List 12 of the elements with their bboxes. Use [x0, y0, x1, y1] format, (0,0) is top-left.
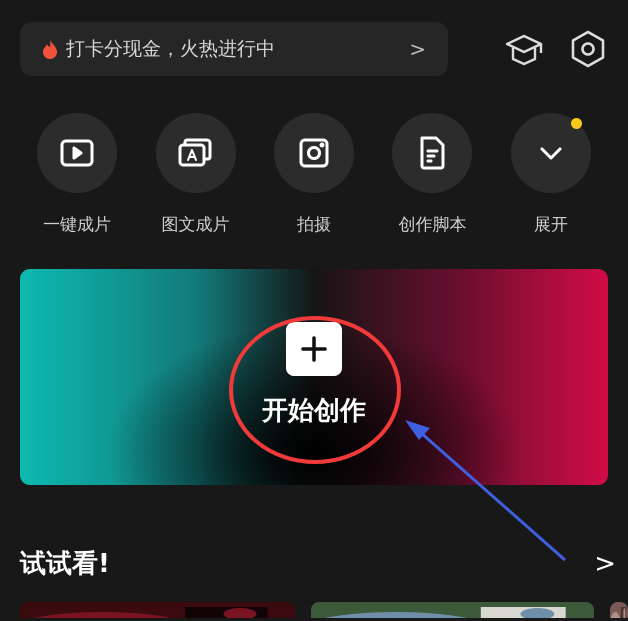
promo-banner[interactable]: 打卡分现金，火热进行中 > [20, 22, 448, 76]
create-card[interactable]: 开始创作 [20, 268, 608, 484]
chevron-icon[interactable]: > [594, 544, 616, 584]
plus-icon [286, 322, 342, 376]
section-title: 试试看! [20, 548, 110, 580]
action-label: 一键成片 [43, 214, 112, 237]
action-label: 拍摄 [297, 214, 332, 237]
action-label: 图文成片 [162, 214, 230, 237]
action-label: 创作脚本 [398, 214, 466, 237]
action-label: 展开 [534, 214, 568, 237]
create-label: 开始创作 [262, 395, 366, 428]
flame-icon [42, 39, 58, 59]
